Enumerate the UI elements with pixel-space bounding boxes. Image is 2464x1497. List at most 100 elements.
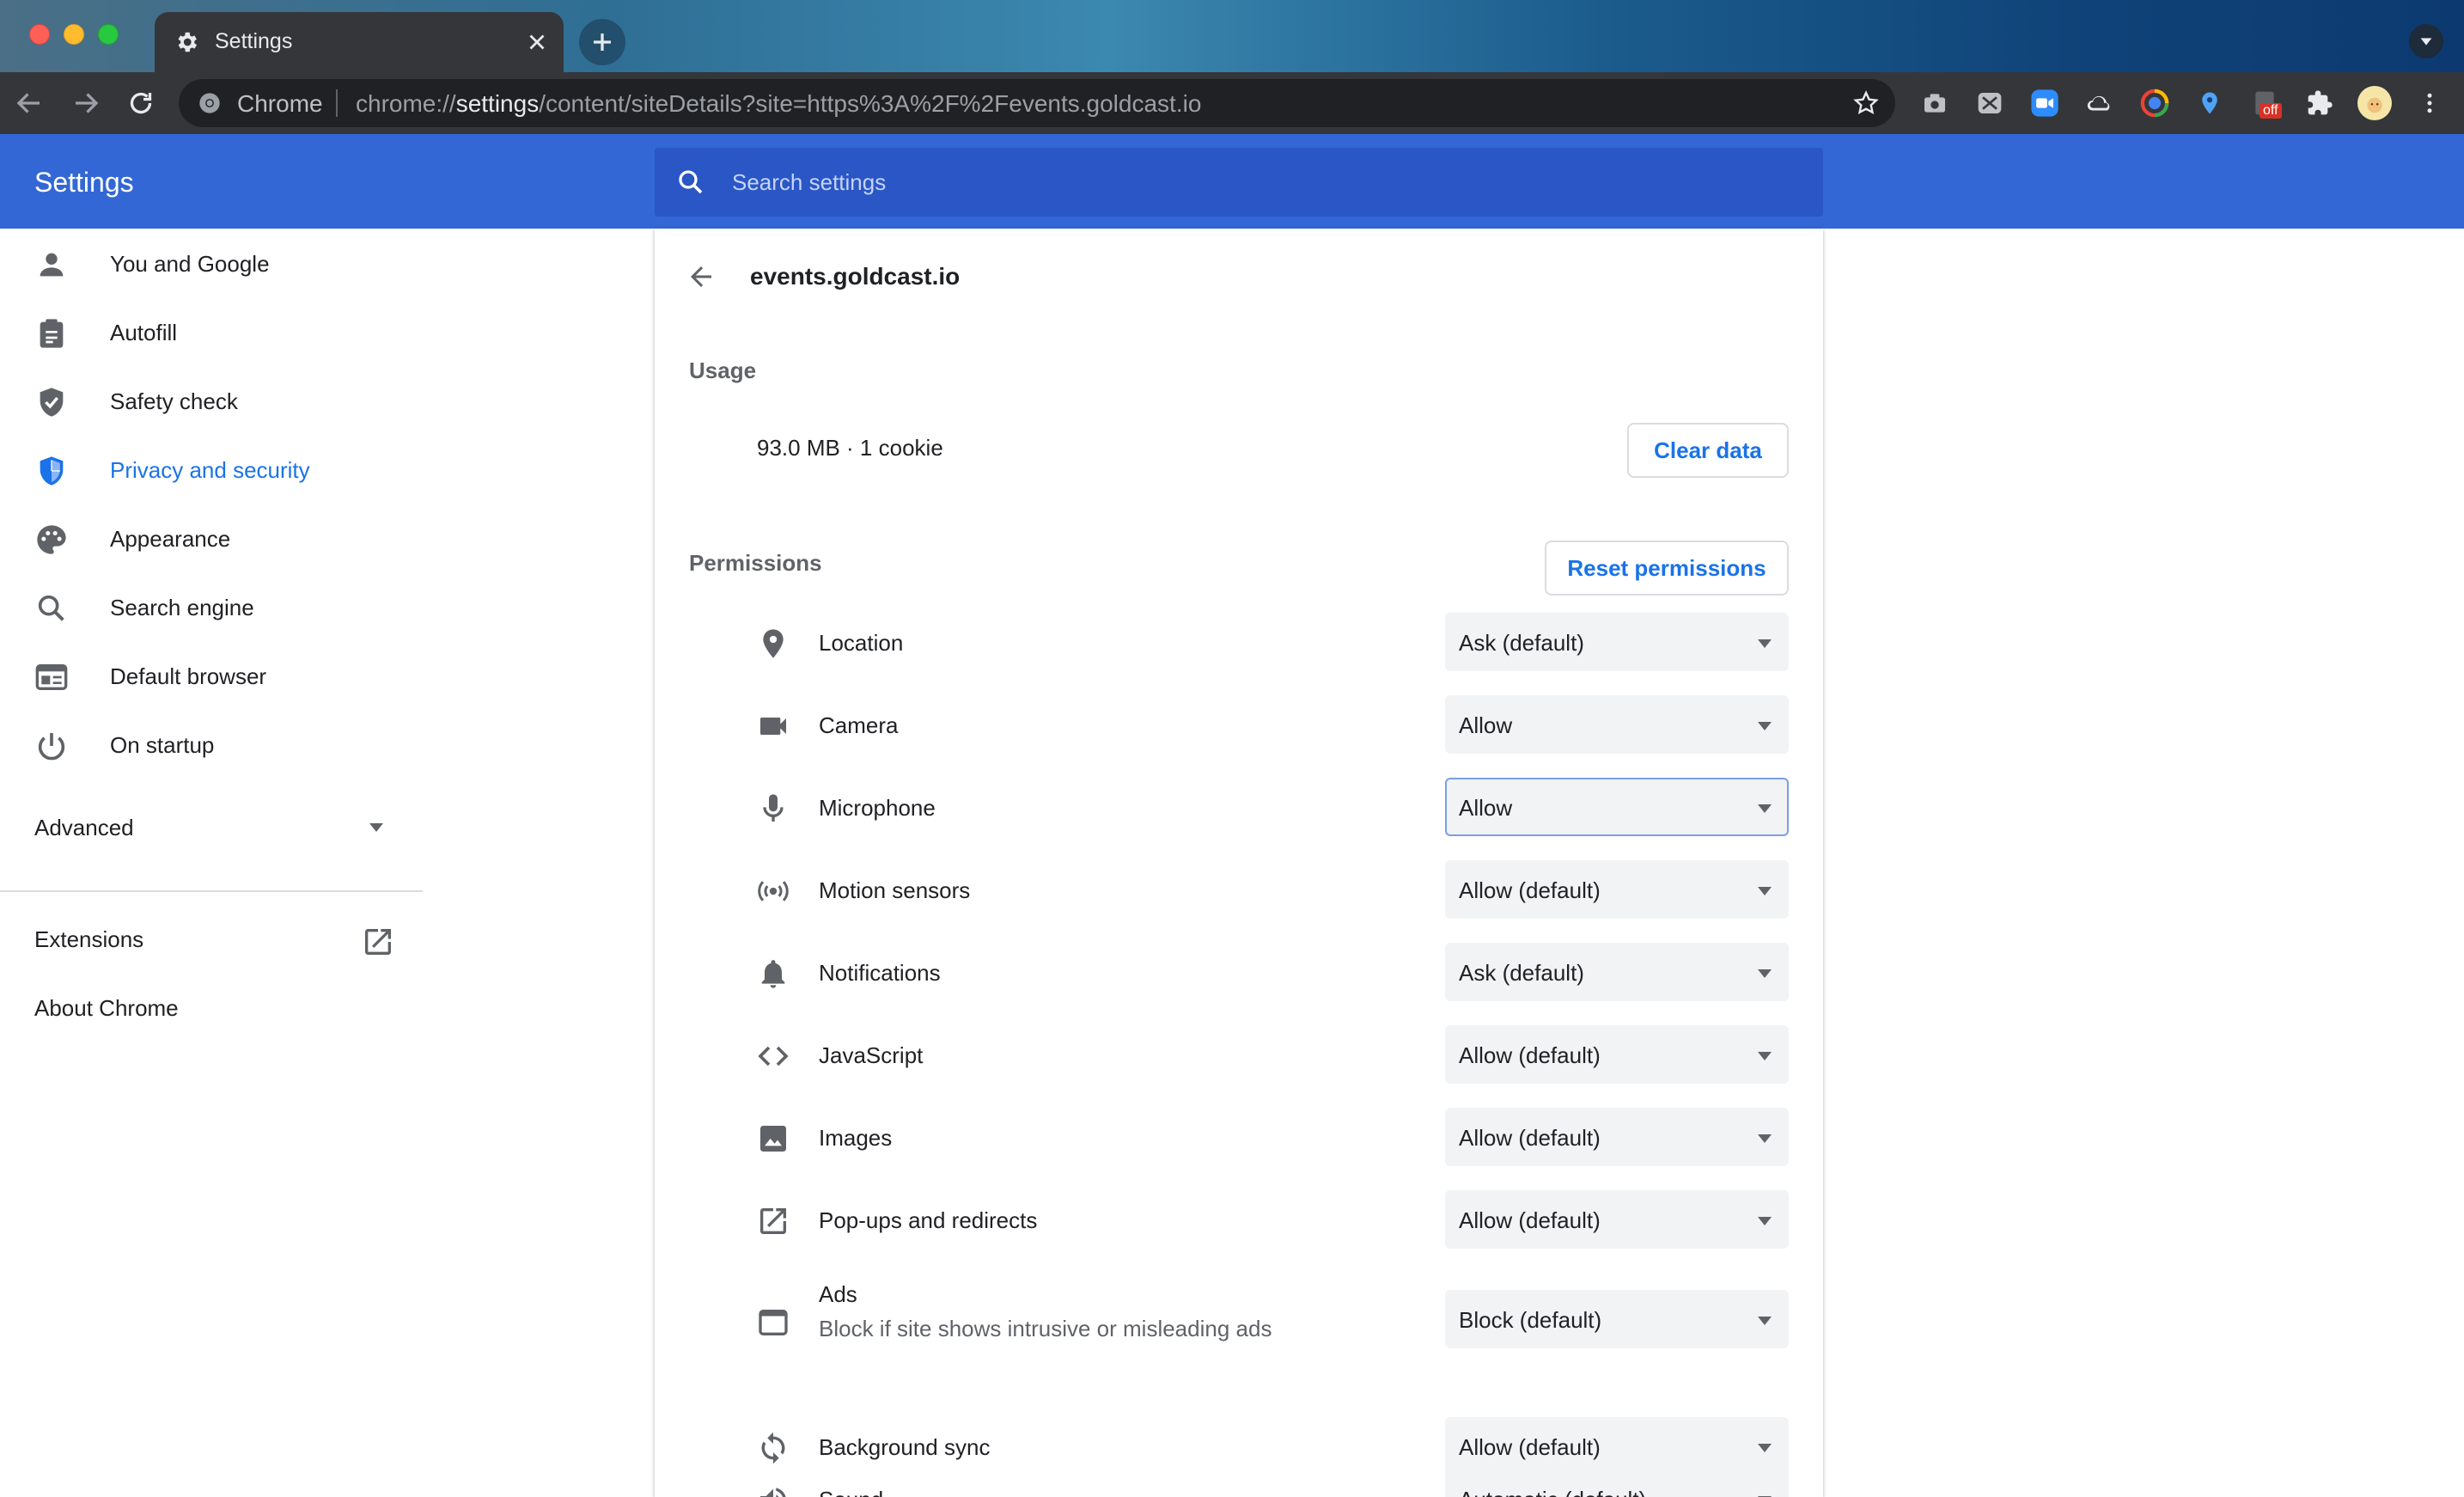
dropdown-arrow-icon bbox=[1758, 969, 1772, 978]
pin-extension-icon[interactable] bbox=[2194, 88, 2225, 119]
dropdown-arrow-icon bbox=[1758, 1217, 1772, 1225]
cloud-extension-icon[interactable] bbox=[2084, 88, 2115, 119]
browser-toolbar: Chrome chrome://settings/content/siteDet… bbox=[0, 72, 2464, 134]
popups-permission-select[interactable]: Allow (default) bbox=[1445, 1190, 1789, 1249]
open-in-new-icon[interactable] bbox=[361, 925, 395, 959]
browser-tab-settings[interactable]: Settings bbox=[155, 12, 564, 72]
sidebar-divider bbox=[0, 890, 423, 892]
puzzle-extensions-icon[interactable] bbox=[2304, 88, 2335, 119]
tab-title: Settings bbox=[215, 29, 293, 53]
sidebar-item-about-chrome[interactable]: About Chrome bbox=[34, 995, 179, 1022]
bookmark-star-icon[interactable] bbox=[1852, 89, 1880, 117]
permission-label: Images bbox=[819, 1125, 893, 1151]
select-value: Allow (default) bbox=[1459, 1207, 1601, 1233]
permission-label: Motion sensors bbox=[819, 877, 971, 903]
sidebar-item-on-startup[interactable]: On startup bbox=[0, 710, 423, 779]
sidebar-item-search-engine[interactable]: Search engine bbox=[0, 572, 423, 641]
select-value: Allow (default) bbox=[1459, 1125, 1601, 1151]
images-permission-select[interactable]: Allow (default) bbox=[1445, 1108, 1789, 1166]
shield-check-icon bbox=[40, 388, 64, 417]
camera-permission-select[interactable]: Allow bbox=[1445, 695, 1789, 754]
profile-avatar[interactable] bbox=[2357, 86, 2392, 120]
select-value: Allow bbox=[1459, 712, 1513, 738]
permission-row-camera: Camera Allow bbox=[655, 690, 1823, 759]
select-value: Allow (default) bbox=[1459, 1042, 1601, 1068]
permission-row-images: Images Allow (default) bbox=[655, 1103, 1823, 1171]
shield-privacy-icon bbox=[40, 456, 64, 486]
clear-data-button[interactable]: Clear data bbox=[1627, 423, 1789, 478]
motion-sensors-permission-select[interactable]: Allow (default) bbox=[1445, 860, 1789, 919]
sidebar-item-extensions[interactable]: Extensions bbox=[34, 926, 143, 953]
sidebar-item-you-and-google[interactable]: You and Google bbox=[0, 229, 423, 297]
dropdown-arrow-icon bbox=[1758, 639, 1772, 648]
notifications-permission-select[interactable]: Ask (default) bbox=[1445, 943, 1789, 1001]
mail-extension-icon[interactable] bbox=[1974, 88, 2005, 119]
permission-label: Camera bbox=[819, 712, 899, 738]
advanced-label: Advanced bbox=[34, 815, 134, 840]
close-window-button[interactable] bbox=[29, 24, 50, 45]
search-icon bbox=[38, 595, 64, 621]
tab-search-button[interactable] bbox=[2409, 24, 2443, 58]
sidebar-item-label: Autofill bbox=[110, 320, 178, 345]
omnibox-separator bbox=[336, 89, 338, 117]
page-title: Settings bbox=[34, 167, 134, 198]
sidebar-item-appearance[interactable]: Appearance bbox=[0, 504, 423, 572]
code-icon bbox=[758, 1046, 789, 1066]
sidebar-item-label: Default browser bbox=[110, 663, 267, 689]
sidebar-item-autofill[interactable]: Autofill bbox=[0, 297, 423, 366]
microphone-permission-select[interactable]: Allow bbox=[1445, 778, 1789, 836]
omnibox-chrome-label: Chrome bbox=[237, 90, 323, 117]
permission-row-location: Location Ask (default) bbox=[655, 608, 1823, 676]
image-icon bbox=[760, 1126, 786, 1152]
permission-label: Notifications bbox=[819, 960, 941, 986]
sidebar-item-label: Appearance bbox=[110, 526, 231, 552]
plus-icon bbox=[594, 34, 611, 51]
location-permission-select[interactable]: Ask (default) bbox=[1445, 613, 1789, 671]
sound-permission-select[interactable]: Automatic (default) bbox=[1445, 1470, 1789, 1497]
more-menu-icon[interactable] bbox=[2414, 88, 2445, 119]
ads-window-icon bbox=[759, 1310, 788, 1335]
sidebar-item-privacy-and-security[interactable]: Privacy and security bbox=[0, 435, 423, 504]
sidebar-item-label: On startup bbox=[110, 732, 215, 758]
permission-row-javascript: JavaScript Allow (default) bbox=[655, 1020, 1823, 1089]
extension-off-badge: off bbox=[2260, 103, 2282, 119]
usage-text: 93.0 MB · 1 cookie bbox=[757, 435, 943, 461]
sidebar-advanced-toggle[interactable]: Advanced bbox=[0, 792, 423, 861]
chrome-logo-icon[interactable] bbox=[198, 91, 222, 115]
sidebar-item-label: You and Google bbox=[110, 251, 270, 277]
site-title: events.goldcast.io bbox=[750, 263, 961, 290]
permission-sublabel: Block if site shows intrusive or mislead… bbox=[819, 1316, 1272, 1341]
palette-icon bbox=[37, 525, 66, 554]
dropdown-arrow-icon bbox=[1758, 1444, 1772, 1452]
permission-label: Pop-ups and redirects bbox=[819, 1207, 1038, 1233]
ads-permission-select[interactable]: Block (default) bbox=[1445, 1290, 1789, 1348]
permission-label: Location bbox=[819, 630, 904, 656]
sidebar-item-safety-check[interactable]: Safety check bbox=[0, 366, 423, 435]
forward-button[interactable] bbox=[70, 88, 101, 119]
javascript-permission-select[interactable]: Allow (default) bbox=[1445, 1025, 1789, 1084]
permission-row-ads: Ads Block if site shows intrusive or mis… bbox=[655, 1268, 1823, 1371]
new-tab-button[interactable] bbox=[579, 19, 625, 65]
search-input[interactable] bbox=[732, 162, 1763, 203]
sync-icon bbox=[761, 1432, 785, 1464]
camera-extension-icon[interactable] bbox=[1919, 88, 1950, 119]
settings-header: Settings bbox=[0, 134, 2464, 229]
back-arrow-icon[interactable] bbox=[686, 261, 717, 292]
browser-tab-strip: Settings bbox=[0, 0, 2464, 72]
address-bar[interactable]: Chrome chrome://settings/content/siteDet… bbox=[179, 79, 1895, 127]
minimize-window-button[interactable] bbox=[64, 24, 84, 45]
reset-permissions-button[interactable]: Reset permissions bbox=[1545, 541, 1789, 596]
url-text[interactable]: chrome://settings/content/siteDetails?si… bbox=[356, 90, 1201, 118]
search-settings-box[interactable] bbox=[655, 148, 1823, 217]
color-picker-extension-icon[interactable] bbox=[2139, 88, 2170, 119]
dropdown-arrow-icon bbox=[1758, 804, 1772, 813]
select-value: Allow bbox=[1459, 795, 1513, 821]
off-badge-extension-icon[interactable]: off bbox=[2249, 88, 2282, 119]
sidebar-item-default-browser[interactable]: Default browser bbox=[0, 641, 423, 710]
back-button[interactable] bbox=[14, 88, 45, 119]
select-value: Block (default) bbox=[1459, 1307, 1602, 1333]
maximize-window-button[interactable] bbox=[98, 24, 119, 45]
close-tab-icon[interactable] bbox=[524, 29, 550, 55]
reload-button[interactable] bbox=[125, 88, 156, 119]
zoom-extension-icon[interactable] bbox=[2029, 88, 2060, 119]
